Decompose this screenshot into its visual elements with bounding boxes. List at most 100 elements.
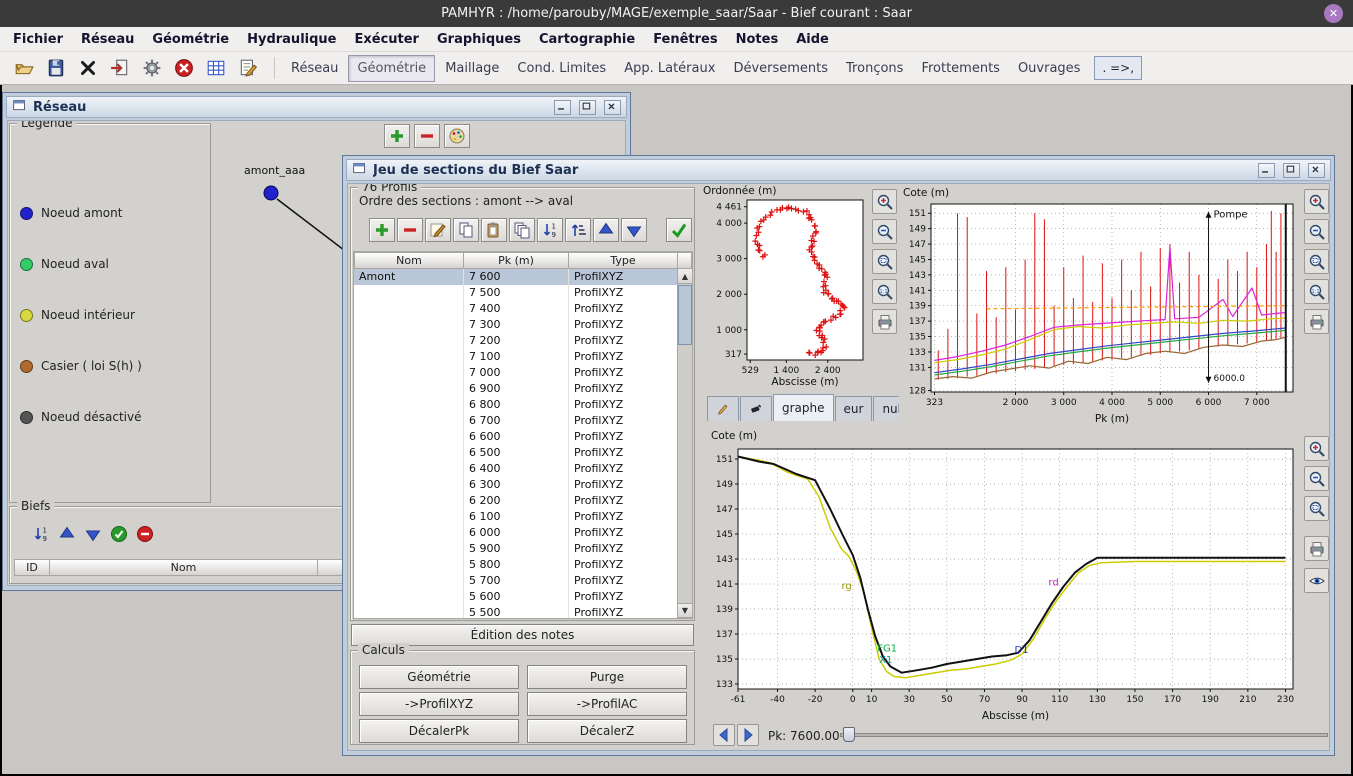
table-row[interactable]: 6 100ProfilXYZ xyxy=(354,509,692,525)
toolbar-tab-tron-ons[interactable]: Tronçons xyxy=(838,56,911,81)
column-header-scroll[interactable] xyxy=(678,252,692,269)
calc-button-dcalerz[interactable]: DécalerZ xyxy=(527,719,687,743)
table-row[interactable]: 5 700ProfilXYZ xyxy=(354,573,692,589)
toolbar-tab-r-seau[interactable]: Réseau xyxy=(283,56,346,81)
table-row[interactable]: 6 700ProfilXYZ xyxy=(354,413,692,429)
table-row[interactable]: 7 200ProfilXYZ xyxy=(354,333,692,349)
menu-exécuter[interactable]: Exécuter xyxy=(345,29,428,50)
toolbar-tab-g-om-trie[interactable]: Géométrie xyxy=(348,55,435,82)
profils-table-scrollbar[interactable]: ▲▼ xyxy=(677,268,693,619)
save-button[interactable] xyxy=(42,54,70,82)
toolbar-extra-button[interactable]: . =>, xyxy=(1094,56,1142,80)
calc-button-profilac[interactable]: ->ProfilAC xyxy=(527,692,687,716)
table-row[interactable]: 7 300ProfilXYZ xyxy=(354,317,692,333)
toolbar-tab-frottements[interactable]: Frottements xyxy=(913,56,1008,81)
table-row[interactable]: Amont7 600ProfilXYZ xyxy=(354,269,692,285)
toolbar-tab-app-lat-raux[interactable]: App. Latéraux xyxy=(616,56,723,81)
zoom-region-button[interactable] xyxy=(872,249,897,274)
menu-géométrie[interactable]: Géométrie xyxy=(143,29,238,50)
table-row[interactable]: 5 800ProfilXYZ xyxy=(354,557,692,573)
table-row[interactable]: 6 400ProfilXYZ xyxy=(354,461,692,477)
column-header-Pk (m)[interactable]: Pk (m) xyxy=(464,252,569,269)
zoom-actual-button[interactable]: 1:1 xyxy=(1304,279,1329,304)
network-node-amont[interactable] xyxy=(264,186,278,200)
minimize-button[interactable] xyxy=(1258,163,1275,178)
table-row[interactable]: 6 900ProfilXYZ xyxy=(354,381,692,397)
edit-profile-button[interactable] xyxy=(425,218,451,242)
move-up-button[interactable] xyxy=(593,218,619,242)
grid-table-button[interactable] xyxy=(202,54,230,82)
toolbar-tab-d-versements[interactable]: Déversements xyxy=(725,56,836,81)
open-folder-button[interactable] xyxy=(10,54,38,82)
table-row[interactable]: 7 000ProfilXYZ xyxy=(354,365,692,381)
print-button[interactable] xyxy=(872,309,897,334)
paste-button[interactable] xyxy=(481,218,507,242)
notes-button[interactable] xyxy=(234,54,262,82)
menu-aide[interactable]: Aide xyxy=(787,29,838,50)
pk-slider[interactable] xyxy=(840,726,1328,744)
gear-button[interactable] xyxy=(138,54,166,82)
table-row[interactable]: 5 500ProfilXYZ xyxy=(354,605,692,619)
palette-button[interactable] xyxy=(444,124,470,148)
zoom-in-button[interactable] xyxy=(1304,189,1329,214)
column-header-Nom[interactable]: Nom xyxy=(354,252,464,269)
move-bief-up-button[interactable] xyxy=(56,523,78,545)
table-row[interactable]: 6 300ProfilXYZ xyxy=(354,477,692,493)
minimize-button[interactable] xyxy=(554,100,571,115)
table-row[interactable]: 6 200ProfilXYZ xyxy=(354,493,692,509)
menu-graphiques[interactable]: Graphiques xyxy=(428,29,530,50)
menu-cartographie[interactable]: Cartographie xyxy=(530,29,644,50)
zoom-in-button[interactable] xyxy=(872,189,897,214)
remove-profile-button[interactable] xyxy=(397,218,423,242)
table-row[interactable]: 6 600ProfilXYZ xyxy=(354,429,692,445)
table-row[interactable]: 6 000ProfilXYZ xyxy=(354,525,692,541)
previous-profile-button[interactable] xyxy=(713,724,735,746)
add-profile-button[interactable] xyxy=(369,218,395,242)
duplicate-button[interactable] xyxy=(509,218,535,242)
sort-ascending-button[interactable] xyxy=(565,218,591,242)
window-close-button[interactable]: ✕ xyxy=(1324,4,1343,23)
stop-button[interactable] xyxy=(170,54,198,82)
toolbar-tab-cond-limites[interactable]: Cond. Limites xyxy=(509,56,614,81)
toolbar-tab-maillage[interactable]: Maillage xyxy=(437,56,507,81)
scroll-up-button[interactable]: ▲ xyxy=(678,269,692,284)
copy-button[interactable] xyxy=(453,218,479,242)
table-row[interactable]: 5 600ProfilXYZ xyxy=(354,589,692,605)
move-down-button[interactable] xyxy=(621,218,647,242)
calc-button-profilxyz[interactable]: ->ProfilXYZ xyxy=(359,692,519,716)
pk-slider-thumb[interactable] xyxy=(843,727,855,742)
close-button[interactable] xyxy=(604,100,621,115)
table-row[interactable]: 6 800ProfilXYZ xyxy=(354,397,692,413)
plot-tab-pencil-tab[interactable] xyxy=(707,396,739,421)
biefs-column-header-nom[interactable]: Nom xyxy=(50,559,318,576)
import-button[interactable] xyxy=(106,54,134,82)
biefs-column-header-id[interactable]: ID xyxy=(14,559,50,576)
enable-bief-button[interactable] xyxy=(108,523,130,545)
table-row[interactable]: 7 100ProfilXYZ xyxy=(354,349,692,365)
plot-tab-eraser-tab[interactable] xyxy=(740,396,772,421)
table-row[interactable]: 7 500ProfilXYZ xyxy=(354,285,692,301)
menu-notes[interactable]: Notes xyxy=(727,29,788,50)
maximize-button[interactable] xyxy=(1283,163,1300,178)
print-button[interactable] xyxy=(1304,309,1329,334)
plot-tab-graphe[interactable]: graphe xyxy=(773,394,834,421)
close-button[interactable] xyxy=(1308,163,1325,178)
zoom-actual-button[interactable]: 1:1 xyxy=(872,279,897,304)
zoom-in-button[interactable] xyxy=(1304,436,1329,461)
zoom-region-button[interactable] xyxy=(1304,249,1329,274)
plot-tab-nulées[interactable]: nulées xyxy=(873,396,899,421)
zoom-out-button[interactable] xyxy=(1304,466,1329,491)
menu-hydraulique[interactable]: Hydraulique xyxy=(238,29,345,50)
print-button[interactable] xyxy=(1304,536,1329,561)
sections-window-titlebar[interactable]: Jeu de sections du Bief Saar xyxy=(346,159,1331,181)
menu-fenêtres[interactable]: Fenêtres xyxy=(644,29,726,50)
next-profile-button[interactable] xyxy=(737,724,759,746)
plot-tab-eur[interactable]: eur xyxy=(835,396,873,421)
table-row[interactable]: 6 500ProfilXYZ xyxy=(354,445,692,461)
menu-fichier[interactable]: Fichier xyxy=(4,29,72,50)
visibility-button[interactable] xyxy=(1304,568,1329,593)
scrollbar-thumb[interactable] xyxy=(678,285,692,345)
zoom-region-button[interactable] xyxy=(1304,496,1329,521)
move-bief-down-button[interactable] xyxy=(82,523,104,545)
disable-bief-button[interactable] xyxy=(134,523,156,545)
